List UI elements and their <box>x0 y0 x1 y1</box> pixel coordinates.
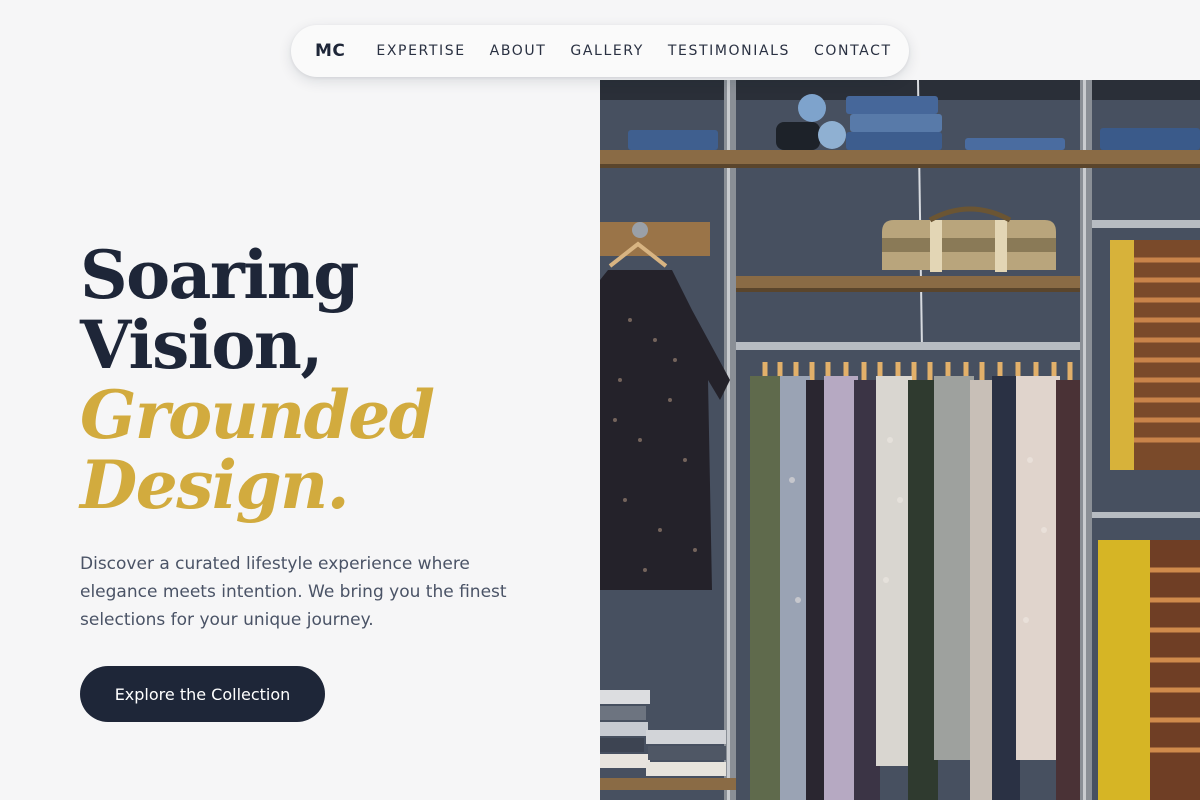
nav-link-gallery[interactable]: GALLERY <box>570 43 643 59</box>
nav-link-testimonials[interactable]: TESTIMONIALS <box>668 43 790 59</box>
explore-collection-button[interactable]: Explore the Collection <box>80 666 325 722</box>
nav-link-contact[interactable]: CONTACT <box>814 43 892 59</box>
hero-image <box>600 80 1200 800</box>
headline-line-1: Soaring <box>80 236 359 314</box>
top-nav: MC EXPERTISE ABOUT GALLERY TESTIMONIALS … <box>291 25 909 77</box>
clothing-rack-illustration <box>600 80 1200 800</box>
nav-link-expertise[interactable]: EXPERTISE <box>376 43 465 59</box>
logo[interactable]: MC <box>315 41 345 61</box>
hero-headline: Soaring Vision, Grounded Design. <box>80 236 435 524</box>
headline-line-2: Vision, <box>80 306 323 384</box>
headline-accent-2: Design. <box>80 446 350 524</box>
headline-accent-1: Grounded <box>80 376 435 454</box>
nav-link-about[interactable]: ABOUT <box>490 43 547 59</box>
hero-description: Discover a curated lifestyle experience … <box>80 554 507 630</box>
